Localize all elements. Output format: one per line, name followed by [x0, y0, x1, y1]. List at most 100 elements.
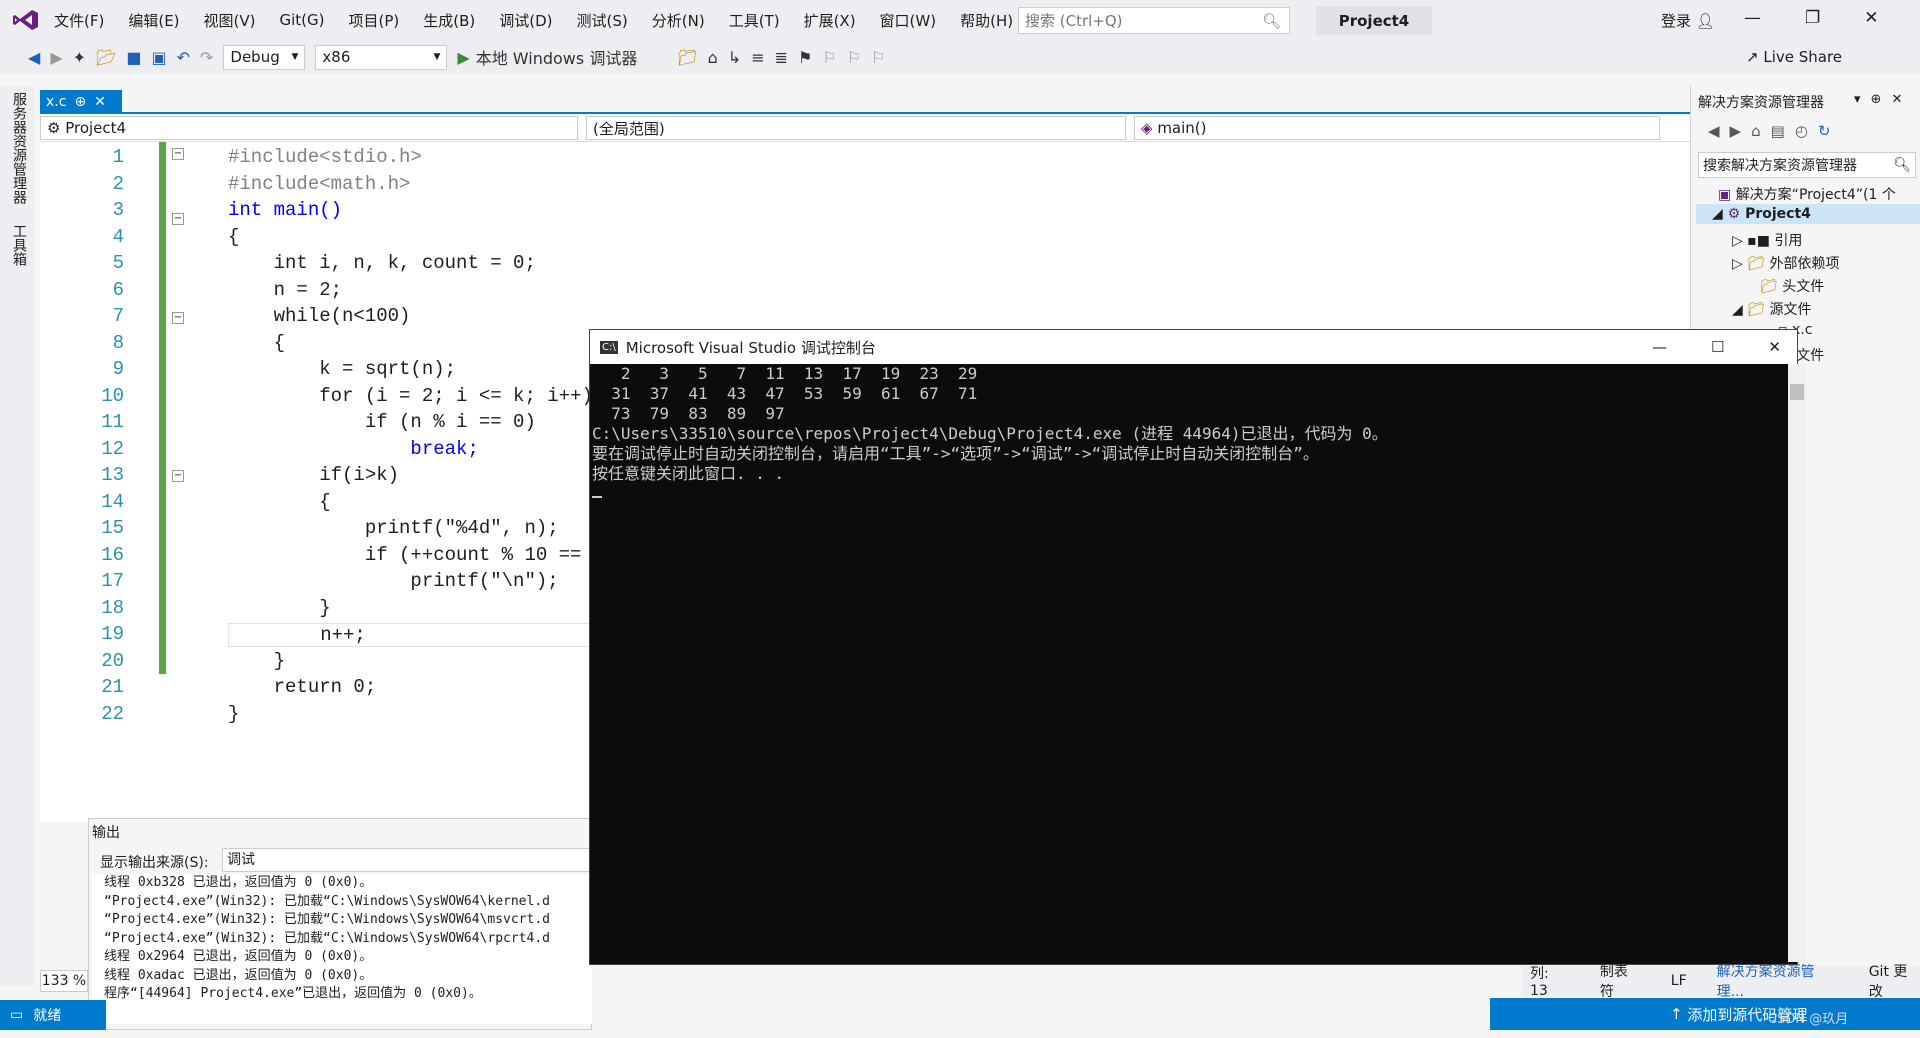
line-number: 3 [112, 199, 124, 221]
home-icon[interactable]: ⌂ [1751, 122, 1761, 140]
bookmark-icon[interactable]: ⚑ [798, 48, 812, 67]
toolbox-tab[interactable]: 工具箱 [9, 224, 29, 266]
toolbar: ◀ ▶ ✦ 📂︎ ■ ▣ ↶ ↷ Debug ▼ x86 ▼ ▶ 本地 Window… [0, 40, 1920, 74]
menu-extensions[interactable]: 扩展(X) [804, 10, 856, 31]
line-number: 10 [101, 384, 124, 407]
pin-icon[interactable]: ⊕ [74, 94, 86, 110]
maximize-icon[interactable]: ☐ [1711, 338, 1724, 356]
collapse-icon[interactable]: − [172, 470, 184, 482]
new-project-icon[interactable]: ✦ [73, 48, 86, 67]
tab-x-c[interactable]: x.c ⊕ ✕ [40, 90, 122, 114]
back-icon[interactable]: ◀ [28, 48, 40, 67]
status-tabs: 制表符 [1599, 964, 1628, 1000]
menu-edit[interactable]: 编辑(E) [128, 10, 179, 31]
indent-icon[interactable]: ≡ [751, 48, 764, 67]
switch-view-icon[interactable]: ▤ [1771, 122, 1785, 140]
minimize-icon[interactable]: — [1652, 338, 1667, 356]
close-icon[interactable]: ✕ [1891, 92, 1902, 107]
open-file-icon[interactable]: 📂︎ [96, 48, 116, 67]
code-line: } [228, 702, 240, 725]
line-number: 15 [101, 517, 124, 539]
undo-icon[interactable]: ↶ [177, 48, 190, 67]
tree-references-label: 引用 [1774, 233, 1803, 249]
server-explorer-tab[interactable]: 服务器资源管理器 [9, 92, 29, 204]
pin-icon[interactable]: ⊕ [1871, 92, 1882, 107]
tree-references[interactable]: ▷ ▪■ 引用 [1732, 230, 1802, 250]
console-line: 31 37 41 43 47 53 59 61 67 71 [592, 384, 978, 403]
collapse-icon[interactable]: − [172, 312, 184, 324]
live-share-label: Live Share [1763, 48, 1843, 66]
close-icon[interactable]: ✕ [1864, 8, 1878, 28]
redo-icon[interactable]: ↷ [200, 48, 213, 67]
live-share-button[interactable]: ↗ Live Share [1746, 48, 1842, 66]
tree-external-deps[interactable]: ▷ 📁︎ 外部依赖项 [1732, 253, 1839, 273]
output-line: “Project4.exe”(Win32): 已加载“C:\Windows\Sy… [104, 912, 550, 927]
outdent-icon[interactable]: ≣ [775, 48, 788, 67]
save-icon[interactable]: ■ [126, 48, 141, 67]
menu-file[interactable]: 文件(F) [54, 10, 104, 31]
member-dropdown[interactable]: ◈ main() [1134, 116, 1660, 140]
project-title: Project4 [1316, 6, 1432, 35]
next-bookmark-icon[interactable]: ⚐ [847, 48, 861, 67]
search-input[interactable]: 搜索 (Ctrl+Q) 🔍︎ [1018, 7, 1290, 34]
step-icon[interactable]: ↳ [728, 48, 741, 67]
output-source-select[interactable]: 调试 [222, 848, 592, 872]
visual-studio-logo-icon [13, 10, 38, 30]
tree-header-files[interactable]: 📁︎ 头文件 [1760, 276, 1824, 296]
menu-build[interactable]: 生成(B) [423, 10, 475, 31]
config-select[interactable]: Debug ▼ [223, 44, 306, 70]
line-number: 11 [101, 411, 124, 433]
back-icon[interactable]: ◀ [1708, 122, 1720, 140]
zoom-level[interactable]: 133 % [40, 970, 88, 992]
watermark: CSDN @玖月 [1768, 1012, 1849, 1027]
collapse-icon[interactable]: − [172, 213, 184, 225]
menu-view[interactable]: 视图(V) [204, 10, 256, 31]
menu-tools[interactable]: 工具(T) [729, 10, 780, 31]
login-button[interactable]: 登录 👤︎ [1661, 10, 1715, 31]
tab-solution-explorer[interactable]: 解决方案资源管理... [1717, 961, 1839, 1001]
collapse-icon[interactable]: − [172, 148, 184, 160]
menu-analyze[interactable]: 分析(N) [652, 10, 705, 31]
menu-test[interactable]: 测试(S) [577, 10, 628, 31]
history-icon[interactable]: ◴ [1795, 122, 1808, 140]
menu-git[interactable]: Git(G) [280, 11, 325, 29]
tab-git-changes[interactable]: Git 更改 [1869, 961, 1920, 1001]
menu-project[interactable]: 项目(P) [349, 10, 400, 31]
start-debug-button[interactable]: 本地 Windows 调试器 [476, 45, 638, 69]
start-debug-icon[interactable]: ▶ [457, 48, 469, 67]
code-line: k = sqrt(n); [228, 358, 457, 380]
prev-bookmark-icon[interactable]: ⚐ [822, 48, 836, 67]
menu-debug[interactable]: 调试(D) [499, 10, 552, 31]
minimize-icon[interactable]: — [1744, 8, 1761, 28]
console-scrollbar[interactable] [1788, 364, 1806, 962]
upload-icon: ↑ [1670, 1005, 1688, 1023]
search-placeholder: 搜索 (Ctrl+Q) [1025, 12, 1123, 30]
forward-icon[interactable]: ▶ [50, 48, 62, 67]
menu-help[interactable]: 帮助(H) [960, 10, 1013, 31]
status-icon: ▭ [10, 1007, 24, 1023]
tree-source-files[interactable]: ◢ 📁︎ 源文件 [1732, 299, 1811, 319]
tree-project[interactable]: ◢ ⚙ Project4 [1712, 206, 1811, 222]
project-dropdown[interactable]: ⚙ Project4 [40, 116, 578, 140]
platform-select[interactable]: x86 ▼ [315, 44, 448, 70]
sync-icon[interactable]: ↻ [1818, 122, 1831, 140]
clear-bookmarks-icon[interactable]: ⚐ [871, 48, 885, 67]
scroll-thumb[interactable] [1790, 384, 1804, 400]
restore-icon[interactable]: ❐ [1805, 8, 1820, 28]
folder-search-icon[interactable]: 📁︎ [677, 48, 697, 67]
close-icon[interactable]: ✕ [1768, 338, 1781, 356]
forward-icon[interactable]: ▶ [1730, 122, 1742, 140]
status-bar-right: ↑ 添加到源代码管理 [1490, 998, 1920, 1030]
dropdown-icon[interactable]: ▾ [1854, 92, 1861, 107]
scope-dropdown[interactable]: (全局范围) [586, 116, 1126, 140]
console-line: C:\Users\33510\source\repos\Project4\Deb… [592, 424, 1388, 443]
menu-window[interactable]: 窗口(W) [880, 10, 937, 31]
tree-solution[interactable]: ▣ 解决方案“Project4”(1 个 [1718, 184, 1896, 204]
close-tab-icon[interactable]: ✕ [94, 94, 106, 110]
solution-search-input[interactable]: 搜索解决方案资源管理器 🔍︎ [1698, 152, 1916, 178]
save-all-icon[interactable]: ▣ [151, 48, 166, 67]
console-title: Microsoft Visual Studio 调试控制台 [625, 338, 876, 357]
filter-folder-icon: 📁︎ [1760, 279, 1778, 295]
browser-icon[interactable]: ⌂ [708, 48, 718, 67]
line-number: 4 [112, 225, 124, 248]
